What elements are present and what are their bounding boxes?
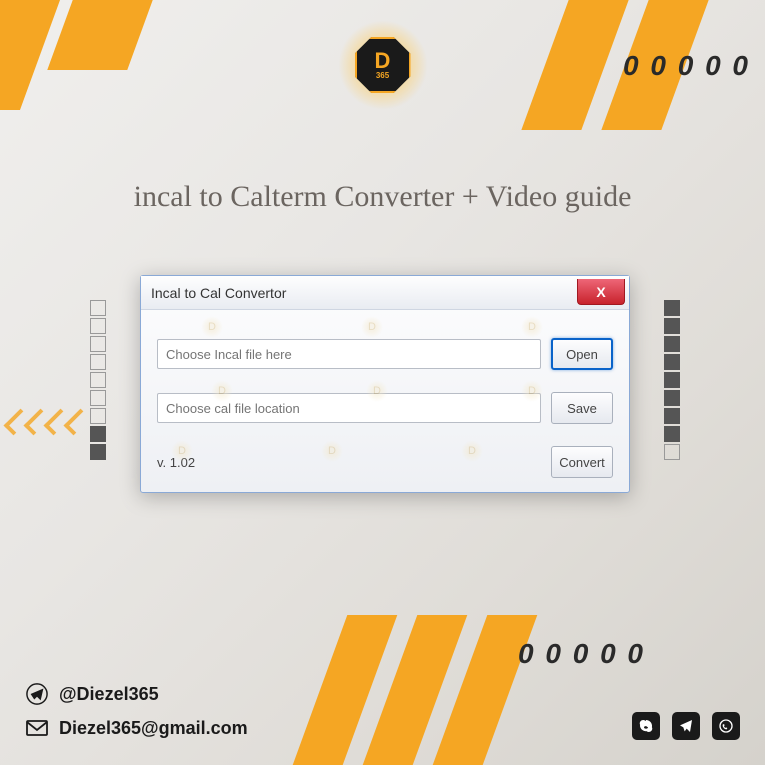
- email-icon: [25, 716, 49, 740]
- whatsapp-icon[interactable]: [712, 712, 740, 740]
- email-address: Diezel365@gmail.com: [59, 718, 248, 739]
- logo-letter: D: [375, 50, 391, 72]
- decor-dots-top: 0 0 0 0 0: [623, 50, 750, 82]
- brand-logo: D 365: [338, 20, 428, 110]
- skype-icon[interactable]: [632, 712, 660, 740]
- version-label: v. 1.02: [157, 455, 195, 470]
- social-icons: [632, 712, 740, 740]
- decor-chevrons: [10, 410, 90, 434]
- dialog-titlebar[interactable]: Incal to Cal Convertor X: [141, 276, 629, 310]
- cal-location-input[interactable]: [157, 393, 541, 423]
- telegram-handle: @Diezel365: [59, 684, 159, 705]
- logo-number: 365: [376, 72, 389, 80]
- convert-button[interactable]: Convert: [551, 446, 613, 478]
- decor-dots-bottom: 0 0 0 0 0: [518, 638, 645, 670]
- dialog-title: Incal to Cal Convertor: [151, 285, 286, 301]
- decor-boxes-right: [664, 300, 680, 460]
- decor-stripe: [47, 0, 152, 70]
- page-title: incal to Calterm Converter + Video guide: [0, 180, 765, 214]
- open-button[interactable]: Open: [551, 338, 613, 370]
- telegram-social-icon[interactable]: [672, 712, 700, 740]
- save-button[interactable]: Save: [551, 392, 613, 424]
- close-button[interactable]: X: [577, 279, 625, 305]
- incal-file-input[interactable]: [157, 339, 541, 369]
- close-icon: X: [596, 284, 605, 300]
- decor-boxes-left: [90, 300, 106, 460]
- contact-block: @Diezel365 Diezel365@gmail.com: [25, 682, 248, 740]
- decor-stripe: [0, 0, 60, 110]
- converter-dialog: Incal to Cal Convertor X D D D D D D D D…: [140, 275, 630, 493]
- telegram-icon: [25, 682, 49, 706]
